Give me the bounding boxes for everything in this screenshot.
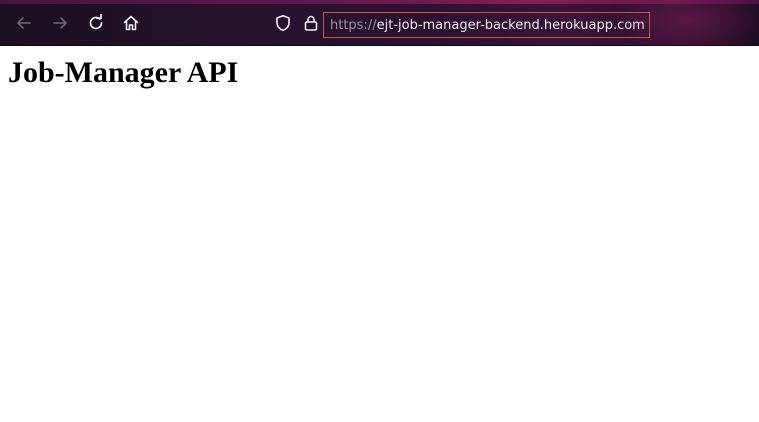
url-host: ejt-job-manager-backend.herokuapp.com bbox=[376, 17, 645, 33]
reload-button[interactable] bbox=[85, 12, 107, 34]
reload-icon bbox=[89, 14, 103, 30]
address-bar[interactable]: https://ejt-job-manager-backend.herokuap… bbox=[323, 12, 650, 38]
page-content: Job-Manager API bbox=[0, 46, 759, 422]
page-title: Job-Manager API bbox=[8, 56, 239, 89]
shield-icon bbox=[276, 15, 290, 32]
back-button[interactable] bbox=[13, 12, 35, 34]
forward-button[interactable] bbox=[49, 12, 71, 34]
back-icon bbox=[17, 17, 31, 29]
site-security-button[interactable] bbox=[302, 14, 320, 32]
tracking-protection-button[interactable] bbox=[274, 14, 292, 32]
forward-icon bbox=[53, 17, 67, 29]
browser-toolbar: https://ejt-job-manager-backend.herokuap… bbox=[0, 0, 759, 46]
home-button[interactable] bbox=[120, 12, 142, 34]
url-scheme: https:// bbox=[330, 17, 377, 33]
lock-icon bbox=[304, 15, 318, 31]
home-icon bbox=[123, 15, 139, 31]
